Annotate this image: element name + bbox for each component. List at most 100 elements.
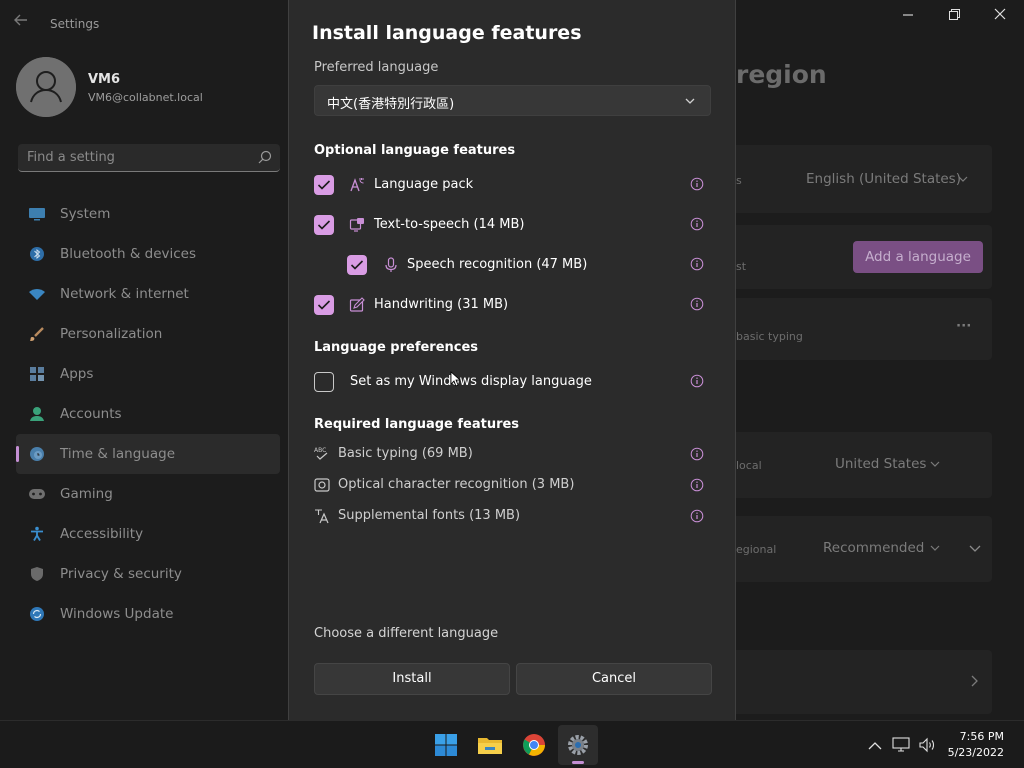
sidebar-item-personalization[interactable]: Personalization [16,314,280,354]
handwriting-icon [349,297,365,312]
required-features-heading: Required language features [314,417,520,432]
sidebar-item-privacy[interactable]: Privacy & security [16,554,280,594]
speech-recognition-checkbox[interactable] [347,255,367,275]
install-language-features-dialog: Install language features Preferred lang… [288,0,736,720]
optional-features-heading: Optional language features [314,143,516,158]
display-language-checkbox[interactable] [314,372,334,392]
gamepad-icon [28,485,46,503]
app-title: Settings [50,17,100,31]
language-pack-icon [350,178,364,192]
more-options-button[interactable]: ··· [956,318,971,334]
country-dropdown[interactable]: United States [835,456,926,472]
tts-checkbox[interactable] [314,215,334,235]
chevron-down-icon [930,545,940,551]
chevron-up-icon[interactable] [866,737,884,755]
speech-recognition-row: Speech recognition (47 MB) [314,253,704,277]
preferred-language-dropdown[interactable]: 中文(香港特別行政區) [314,85,711,116]
language-pack-label: Language pack [374,177,474,192]
back-arrow-icon[interactable] [14,14,32,30]
network-icon[interactable] [892,736,910,754]
language-pack-row: Language pack [314,173,704,197]
display-language-label: Set as my Windows display language [350,374,592,389]
monitor-icon [28,205,46,223]
bluetooth-icon [28,245,46,263]
settings-icon[interactable] [558,725,598,765]
checkmark-icon [350,260,364,270]
display-language-row: Set as my Windows display language [314,370,704,394]
basic-typing-row: ABC Basic typing (69 MB) [314,443,704,467]
person-icon [16,57,76,117]
brush-icon [28,325,46,343]
expand-chevron-icon[interactable] [969,544,981,552]
info-icon[interactable] [690,257,704,271]
info-icon[interactable] [690,177,704,191]
chevron-down-icon [685,98,695,104]
apps-icon [28,365,46,383]
taskbar-clock[interactable]: 7:56 PM 5/23/2022 [948,729,1004,761]
handwriting-checkbox[interactable] [314,295,334,315]
card-related-setting[interactable] [736,650,992,714]
language-preferences-heading: Language preferences [314,340,479,355]
language-pack-checkbox[interactable] [314,175,334,195]
speaker-icon[interactable] [918,736,936,754]
preferred-language-value: 中文(香港特別行政區) [327,97,455,112]
sidebar-item-system[interactable]: System [16,194,280,234]
sidebar-item-network[interactable]: Network & internet [16,274,280,314]
close-button[interactable] [980,6,1020,30]
minimize-button[interactable] [888,6,928,30]
info-icon[interactable] [690,447,704,461]
sidebar-item-apps[interactable]: Apps [16,354,280,394]
choose-different-language-link[interactable]: Choose a different language [314,626,498,641]
search-icon[interactable] [258,150,272,164]
sidebar-item-bluetooth[interactable]: Bluetooth & devices [16,234,280,274]
sidebar-item-gaming[interactable]: Gaming [16,474,280,514]
sidebar-nav: System Bluetooth & devices Network & int… [16,194,280,634]
dialog-title: Install language features [312,22,582,44]
chevron-right-icon [971,675,978,687]
info-icon[interactable] [690,374,704,388]
spell-check-icon: ABC [314,447,328,460]
info-icon[interactable] [690,217,704,231]
globe-clock-icon [28,445,46,463]
sidebar-item-accessibility[interactable]: Accessibility [16,514,280,554]
windows-start-icon[interactable] [426,725,466,765]
text-to-speech-icon [349,218,364,232]
mouse-cursor-icon [450,371,460,387]
ocr-row: Optical character recognition (3 MB) [314,474,704,498]
cancel-button[interactable]: Cancel [516,663,712,695]
sidebar-item-time-language[interactable]: Time & language [16,434,280,474]
wifi-icon [28,285,46,303]
preferred-language-label: Preferred language [314,60,439,75]
display-language-dropdown[interactable]: English (United States) [806,171,961,187]
taskbar: 7:56 PM 5/23/2022 [0,720,1024,768]
checkmark-icon [317,220,331,230]
search-box [18,144,280,172]
info-icon[interactable] [690,509,704,523]
accessibility-icon [28,525,46,543]
profile-name: VM6 [88,72,121,87]
maximize-button[interactable] [934,6,974,30]
handwriting-label: Handwriting (31 MB) [374,297,509,312]
sidebar-item-accounts[interactable]: Accounts [16,394,280,434]
card-english-language [736,298,992,360]
handwriting-row: Handwriting (31 MB) [314,293,704,317]
microphone-icon [385,257,397,272]
sidebar-item-windows-update[interactable]: Windows Update [16,594,280,634]
camera-scan-icon [314,478,330,492]
install-button[interactable]: Install [314,663,510,695]
profile-email: VM6@collabnet.local [88,91,203,104]
tts-row: Text-to-speech (14 MB) [314,213,704,237]
chrome-icon[interactable] [514,725,554,765]
svg-text:ABC: ABC [314,447,326,454]
file-explorer-icon[interactable] [470,725,510,765]
info-icon[interactable] [690,478,704,492]
clock-time: 7:56 PM [959,730,1004,743]
info-icon[interactable] [690,297,704,311]
add-language-button[interactable]: Add a language [853,241,983,273]
avatar[interactable] [16,57,76,117]
regional-format-dropdown[interactable]: Recommended [823,540,924,556]
search-input[interactable] [18,144,248,171]
speech-recognition-label: Speech recognition (47 MB) [407,257,588,272]
tts-label: Text-to-speech (14 MB) [374,217,525,232]
supplemental-fonts-label: Supplemental fonts (13 MB) [338,508,521,523]
